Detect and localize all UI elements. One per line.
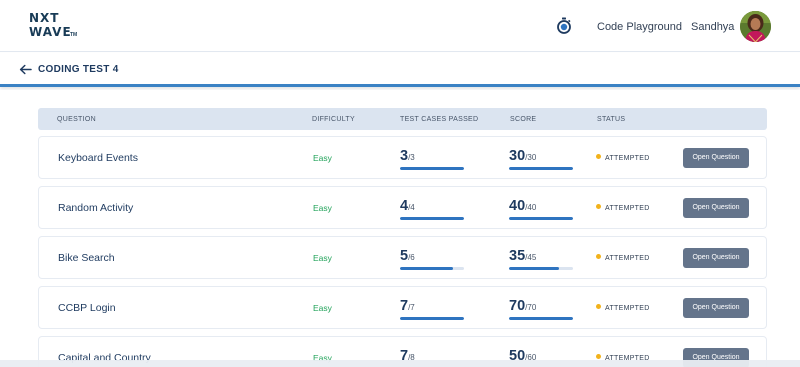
test-cases-passed: 7: [400, 298, 409, 314]
status-dot-icon: [596, 254, 601, 259]
test-cases-progress-bar: [400, 317, 464, 320]
top-navbar: NXT WAVE TM Code Playground Sandhya: [0, 0, 800, 52]
back-arrow-icon[interactable]: [19, 64, 32, 75]
test-cases-progress-fill: [400, 217, 464, 220]
score-progress-bar: [509, 267, 573, 270]
stopwatch-icon[interactable]: [556, 17, 572, 34]
status-dot-icon: [596, 204, 601, 209]
question-name: CCBP Login: [58, 302, 116, 314]
score-progress-bar: [509, 317, 573, 320]
test-cases-progress-bar: [400, 267, 464, 270]
username: Sandhya: [691, 21, 735, 33]
open-question-button[interactable]: Open Question: [683, 248, 749, 268]
score-progress-fill: [509, 267, 559, 270]
table-row: CCBP Login Easy 7/7 70/70 ATTEMPTED Open…: [38, 286, 767, 329]
score-value: 40: [509, 198, 526, 214]
test-cases-progress-bar: [400, 167, 464, 170]
status-text: ATTEMPTED: [605, 155, 650, 162]
test-cases-metric: 5/6: [400, 247, 464, 271]
test-cases-progress-fill: [400, 167, 464, 170]
difficulty-label: Easy: [313, 153, 332, 163]
score-total: /40: [525, 203, 537, 212]
logo-line-2: WAVE: [29, 25, 72, 39]
column-header-question: QUESTION: [57, 116, 96, 123]
question-name: Bike Search: [58, 252, 115, 264]
column-header-score: SCORE: [510, 116, 537, 123]
horizontal-scrollbar[interactable]: [0, 360, 800, 367]
score-metric: 40/40: [509, 197, 573, 221]
score-value: 35: [509, 248, 526, 264]
profile-photo-icon: [740, 11, 771, 42]
questions-table: QUESTION DIFFICULTY TEST CASES PASSED SC…: [0, 90, 800, 367]
score-progress-bar: [509, 217, 573, 220]
test-cases-progress-bar: [400, 217, 464, 220]
test-cases-passed: 5: [400, 248, 409, 264]
status-dot-icon: [596, 154, 601, 159]
table-header-row: QUESTION DIFFICULTY TEST CASES PASSED SC…: [38, 108, 767, 130]
column-header-difficulty: DIFFICULTY: [312, 116, 355, 123]
score-progress-fill: [509, 217, 573, 220]
test-cases-progress-fill: [400, 317, 464, 320]
test-cases-total: /7: [408, 303, 415, 312]
score-metric: 70/70: [509, 297, 573, 321]
status-dot-icon: [596, 354, 601, 359]
test-cases-total: /6: [408, 253, 415, 262]
table-row: Random Activity Easy 4/4 40/40 ATTEMPTED…: [38, 186, 767, 229]
test-cases-metric: 3/3: [400, 147, 464, 171]
score-total: /45: [525, 253, 537, 262]
table-row: Bike Search Easy 5/6 35/45 ATTEMPTED Ope…: [38, 236, 767, 279]
test-cases-progress-fill: [400, 267, 454, 270]
table-row: Keyboard Events Easy 3/3 30/30 ATTEMPTED…: [38, 136, 767, 179]
status-dot-icon: [596, 304, 601, 309]
test-cases-total: /4: [408, 203, 415, 212]
page-title: CODING TEST 4: [38, 64, 119, 75]
column-header-test-cases: TEST CASES PASSED: [400, 116, 479, 123]
question-name: Keyboard Events: [58, 152, 138, 164]
column-header-status: STATUS: [597, 116, 626, 123]
open-question-button[interactable]: Open Question: [683, 198, 749, 218]
open-question-button[interactable]: Open Question: [683, 148, 749, 168]
test-cases-passed: 3: [400, 148, 409, 164]
status-text: ATTEMPTED: [605, 255, 650, 262]
status-badge: ATTEMPTED: [596, 154, 650, 163]
test-cases-metric: 4/4: [400, 197, 464, 221]
score-metric: 35/45: [509, 247, 573, 271]
score-total: /30: [525, 153, 537, 162]
score-metric: 30/30: [509, 147, 573, 171]
status-badge: ATTEMPTED: [596, 304, 650, 313]
score-progress-bar: [509, 167, 573, 170]
logo-line-1: NXT: [29, 11, 60, 25]
status-text: ATTEMPTED: [605, 205, 650, 212]
test-cases-total: /3: [408, 153, 415, 162]
nxtwave-logo[interactable]: NXT WAVE TM: [29, 12, 89, 40]
status-text: ATTEMPTED: [605, 305, 650, 312]
score-total: /70: [525, 303, 537, 312]
difficulty-label: Easy: [313, 303, 332, 313]
score-value: 30: [509, 148, 526, 164]
status-badge: ATTEMPTED: [596, 204, 650, 213]
difficulty-label: Easy: [313, 253, 332, 263]
open-question-button[interactable]: Open Question: [683, 298, 749, 318]
test-cases-passed: 4: [400, 198, 409, 214]
difficulty-label: Easy: [313, 203, 332, 213]
page-header: CODING TEST 4: [0, 53, 800, 87]
code-playground-link[interactable]: Code Playground: [597, 20, 682, 34]
score-progress-fill: [509, 317, 573, 320]
question-name: Random Activity: [58, 202, 134, 214]
score-progress-fill: [509, 167, 573, 170]
test-cases-metric: 7/7: [400, 297, 464, 321]
status-badge: ATTEMPTED: [596, 254, 650, 263]
score-value: 70: [509, 298, 526, 314]
logo-trademark: TM: [70, 32, 78, 38]
avatar[interactable]: [740, 11, 771, 42]
